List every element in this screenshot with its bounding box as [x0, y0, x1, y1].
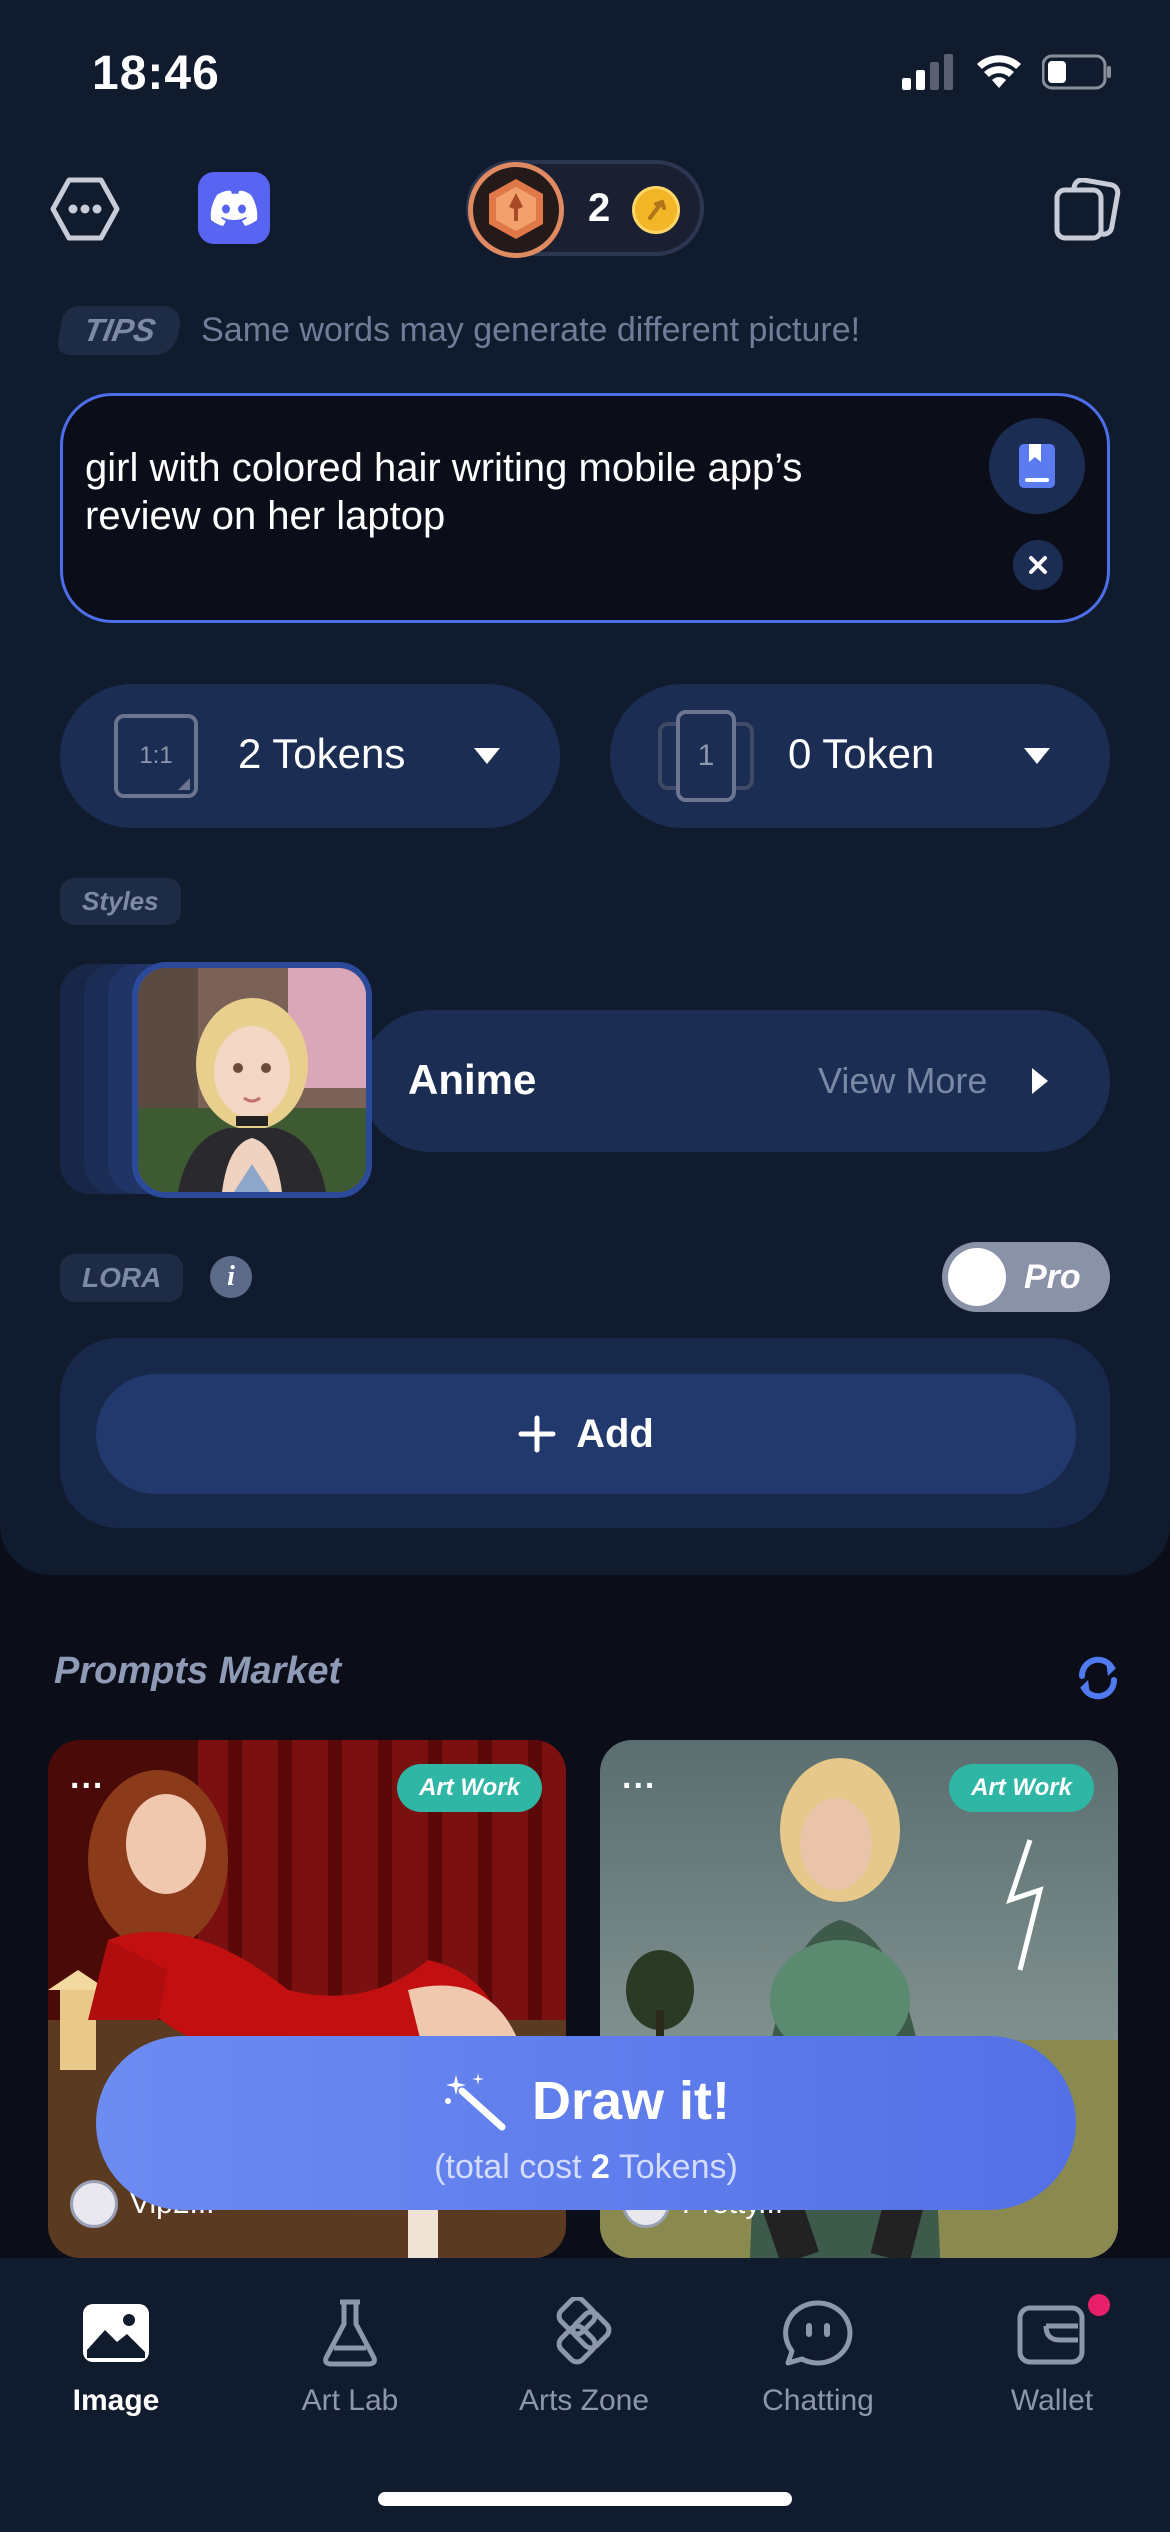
lora-container: Add [60, 1338, 1110, 1528]
pro-toggle-label: Pro [1024, 1258, 1081, 1296]
chevron-down-icon [1024, 748, 1050, 764]
tab-chatting[interactable]: Chatting [718, 2288, 918, 2418]
prompt-text[interactable]: girl with colored hair writing mobile ap… [85, 444, 845, 540]
aspect-ratio-value: 2 Tokens [238, 730, 406, 777]
prompt-library-button[interactable] [989, 418, 1085, 514]
draw-cost: (total cost 2 Tokens) [96, 2148, 1076, 2187]
tab-chatting-label: Chatting [762, 2384, 874, 2417]
selected-style-name: Anime [408, 1056, 537, 1103]
add-lora-label: Add [576, 1411, 654, 1456]
draw-title: Draw it! [96, 2070, 1076, 2132]
battery-icon [1042, 54, 1111, 90]
add-lora-button[interactable]: Add [96, 1374, 1076, 1494]
prompt-input[interactable]: girl with colored hair writing mobile ap… [60, 393, 1110, 623]
tab-arts-zone[interactable]: Arts Zone [484, 2288, 684, 2418]
tab-art-lab[interactable]: Art Lab [250, 2288, 450, 2418]
aspect-ratio-select[interactable]: 1:1 2 Tokens [60, 684, 560, 828]
anime-girl-image [138, 968, 366, 1192]
draw-it-button[interactable]: Draw it! (total cost 2 Tokens) [96, 2036, 1076, 2210]
draw-cost-value: 2 [591, 2148, 610, 2186]
pro-toggle[interactable]: Pro [942, 1242, 1110, 1312]
chat-bubble-icon [783, 2300, 853, 2366]
card-more-button[interactable]: ... [70, 1758, 104, 1797]
tab-wallet-label: Wallet [1010, 2384, 1094, 2417]
avatar [70, 2180, 118, 2228]
plus-icon [518, 1415, 556, 1453]
lora-badge: LORA [60, 1254, 184, 1302]
prompts-market-title: Prompts Market [54, 1650, 342, 1692]
aspect-ratio-icon: 1:1 [114, 714, 198, 798]
flask-icon [323, 2299, 377, 2367]
discord-icon [210, 190, 258, 226]
status-icons [902, 54, 1112, 90]
tips-badge: TIPS [55, 306, 184, 355]
card-more-button[interactable]: ... [622, 1758, 656, 1797]
tab-wallet[interactable]: Wallet [952, 2288, 1152, 2418]
view-more-link[interactable]: View More [818, 1060, 987, 1102]
more-hexagon-icon [50, 177, 120, 241]
generator-panel: 18:46 2 TIPS Same words may generate dif… [0, 0, 1170, 1575]
refresh-market-button[interactable] [1072, 1652, 1124, 1704]
chevron-right-icon [1032, 1068, 1048, 1094]
more-menu-button[interactable] [48, 172, 122, 246]
card-tag: Art Work [397, 1764, 542, 1812]
tab-art-lab-label: Art Lab [301, 2384, 399, 2417]
close-icon [1029, 556, 1047, 574]
image-count-icon-text: 1 [697, 739, 715, 772]
tab-arts-zone-label: Arts Zone [518, 2384, 650, 2417]
aspect-ratio-icon-text: 1:1 [139, 742, 173, 769]
draw-label: Draw it! [531, 2071, 731, 2131]
coin-icon [632, 186, 680, 234]
style-thumbnail[interactable] [132, 962, 372, 1198]
card-tag: Art Work [949, 1764, 1094, 1812]
home-indicator[interactable] [378, 2492, 792, 2506]
chevron-down-icon [474, 748, 500, 764]
cards-stack-icon [1054, 178, 1121, 241]
styles-badge: Styles [60, 878, 181, 925]
image-count-select[interactable]: 1 0 Token [610, 684, 1110, 828]
info-icon: i [227, 1261, 235, 1292]
clear-prompt-button[interactable] [1013, 540, 1063, 590]
style-selector[interactable]: Anime View More [360, 1010, 1110, 1152]
lora-info-button[interactable]: i [210, 1256, 252, 1298]
draw-cost-prefix: (total cost [434, 2148, 592, 2186]
draw-cost-suffix: Tokens) [609, 2148, 738, 2186]
image-icon [83, 2304, 149, 2362]
notification-dot [1088, 2294, 1110, 2316]
magic-wand-icon [444, 2073, 506, 2131]
wallet-icon [1017, 2305, 1085, 2365]
tab-image-label: Image [72, 2384, 160, 2417]
bottom-tab-bar: Image Art Lab Arts Zone Chatting Wallet [0, 2258, 1170, 2532]
image-count-icon: 1 [658, 710, 754, 802]
tab-image[interactable]: Image [16, 2288, 216, 2418]
image-count-value: 0 Token [788, 730, 935, 777]
wifi-icon [977, 55, 1021, 88]
discord-button[interactable] [198, 172, 270, 244]
gallery-button[interactable] [1048, 172, 1124, 248]
coin-count: 2 [588, 186, 611, 230]
tips-row: TIPS Same words may generate different p… [55, 306, 861, 355]
rank-badge [468, 162, 564, 258]
tips-text: Same words may generate different pictur… [201, 311, 861, 349]
cellular-signal-icon [902, 54, 953, 90]
arts-zone-icon [556, 2297, 612, 2365]
status-time: 18:46 [92, 47, 220, 100]
bookmark-book-icon [1019, 444, 1055, 488]
pro-toggle-knob [948, 1248, 1006, 1306]
rank-medal-icon [489, 179, 543, 239]
coin-balance-pill[interactable]: 2 [466, 160, 704, 258]
status-bar: 18:46 [0, 0, 1170, 150]
refresh-icon [1078, 1656, 1118, 1700]
